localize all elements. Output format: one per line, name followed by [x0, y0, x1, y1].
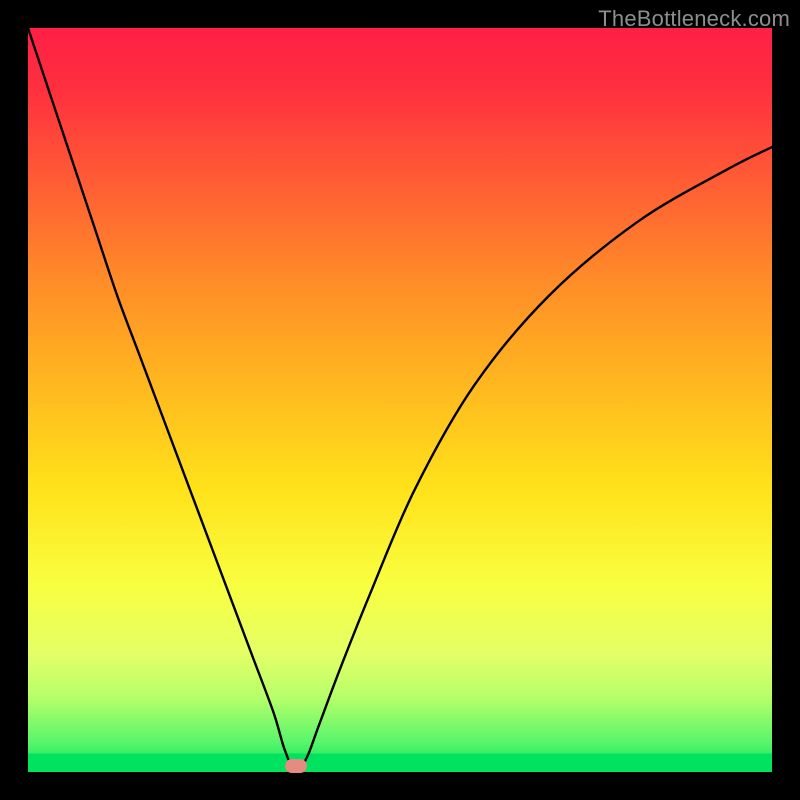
bottleneck-curve [28, 28, 772, 772]
plot-frame [28, 28, 772, 772]
watermark-text: TheBottleneck.com [598, 6, 790, 32]
minimum-marker [285, 759, 307, 773]
